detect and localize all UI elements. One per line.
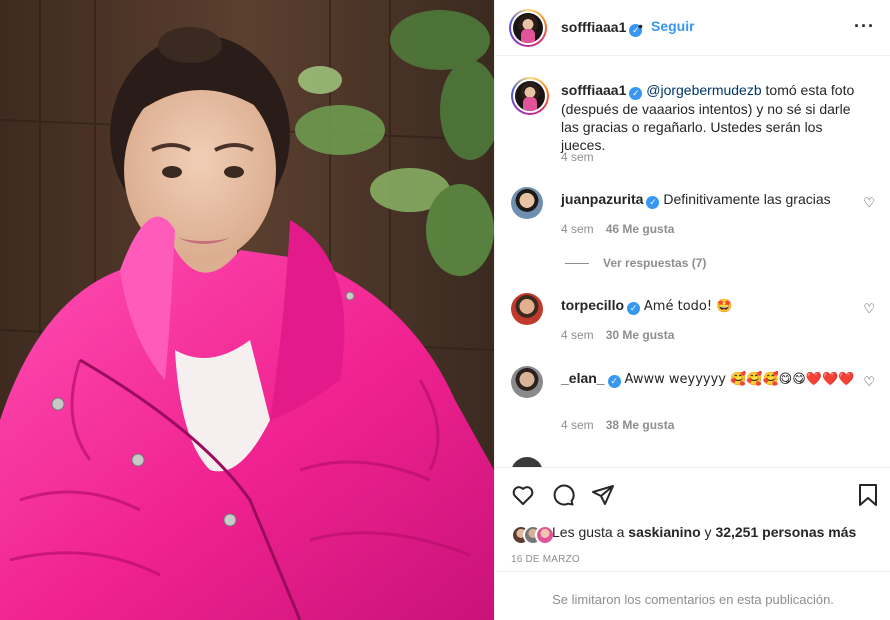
comment-avatar[interactable]	[511, 293, 543, 325]
liker-username[interactable]: saskianino	[628, 524, 700, 540]
comment-item: _elan_ ✓ Awww weyyyyy 🥰🥰🥰😋😋❤️❤️❤️ 4 sem 38…	[511, 366, 881, 436]
comment-meta: 4 sem 30 Me gusta	[561, 328, 674, 342]
follow-button[interactable]: Seguir	[651, 18, 695, 34]
comment-item: torpecillo ✓ Amé todo! 🤩 4 sem 30 Me gusta…	[511, 293, 881, 343]
caption: sofffiaaa1 ✓ @jorgebermudezb tomó esta fo…	[511, 77, 881, 167]
caption-text: sofffiaaa1 ✓ @jorgebermudezb tomó esta fo…	[561, 81, 861, 154]
share-send-icon[interactable]	[591, 483, 615, 510]
comment-avatar[interactable]	[511, 366, 543, 398]
separator-dot: •	[638, 18, 643, 34]
caption-avatar[interactable]	[511, 77, 549, 115]
caption-mention[interactable]: @jorgebermudezb	[646, 82, 761, 98]
comment-username[interactable]: torpecillo	[561, 297, 624, 313]
like-comment-heart-icon[interactable]: ♡	[863, 301, 875, 317]
comment-meta: 4 sem 38 Me gusta	[561, 418, 674, 432]
post-actions: Les gusta a saskianino y 32,251 personas…	[495, 467, 890, 617]
caption-username[interactable]: sofffiaaa1	[561, 82, 626, 98]
comment-text: _elan_ ✓ Awww weyyyyy 🥰🥰🥰😋😋❤️❤️❤️	[561, 370, 855, 388]
view-replies-button[interactable]: Ver respuestas (7)	[565, 256, 706, 270]
comment-text: torpecillo ✓ Amé todo! 🤩	[561, 297, 733, 315]
comment-item: juanpazurita ✓ Definitivamente las gracia…	[511, 187, 881, 237]
comment-time[interactable]: 4 sem	[561, 418, 594, 432]
post-side-panel: sofffiaaa1 ✓ • Seguir ··· sofffiaaa1 ✓ @jo…	[494, 0, 890, 620]
comment-text: juanpazurita ✓ Definitivamente las gracia…	[561, 191, 831, 209]
comment-avatar[interactable]	[511, 187, 543, 219]
comment-username[interactable]: _elan_	[561, 370, 605, 386]
comment-likes[interactable]: 46 Me gusta	[606, 222, 675, 236]
more-options-icon[interactable]: ···	[854, 16, 875, 37]
comment-likes[interactable]: 30 Me gusta	[606, 328, 675, 342]
comment-avatar[interactable]	[511, 457, 543, 467]
verified-badge-icon: ✓	[629, 87, 643, 100]
verified-badge-icon: ✓	[607, 375, 621, 388]
save-bookmark-icon[interactable]	[857, 483, 879, 510]
like-comment-heart-icon[interactable]: ♡	[863, 374, 875, 390]
comment-bubble-icon[interactable]	[551, 483, 575, 510]
likes-summary[interactable]: Les gusta a saskianino y 32,251 personas…	[552, 524, 856, 540]
comments-limited-notice: Se limitaron los comentarios en esta pub…	[495, 571, 890, 620]
woman-in-pink-jacket-image	[0, 0, 494, 620]
comments-section: sofffiaaa1 ✓ @jorgebermudezb tomó esta fo…	[495, 57, 890, 467]
comment-meta: 4 sem 46 Me gusta	[561, 222, 674, 236]
verified-badge-icon: ✓	[646, 196, 660, 209]
like-comment-heart-icon[interactable]: ♡	[863, 195, 875, 211]
post-photo[interactable]	[0, 0, 494, 620]
caption-time[interactable]: 4 sem	[561, 150, 594, 164]
verified-badge-icon: ✓	[627, 302, 641, 315]
comment-time[interactable]: 4 sem	[561, 222, 594, 236]
author-username[interactable]: sofffiaaa1 ✓	[561, 19, 643, 37]
post-header: sofffiaaa1 ✓ • Seguir ···	[495, 0, 890, 56]
comment-likes[interactable]: 38 Me gusta	[606, 418, 675, 432]
post-date[interactable]: 16 DE MARZO	[511, 554, 580, 565]
comment-time[interactable]: 4 sem	[561, 328, 594, 342]
comment-username[interactable]: juanpazurita	[561, 191, 643, 207]
like-heart-icon[interactable]	[511, 483, 535, 510]
likes-count[interactable]: 32,251 personas más	[715, 524, 856, 540]
author-avatar[interactable]	[509, 9, 547, 47]
comment-item-partial	[511, 457, 881, 467]
